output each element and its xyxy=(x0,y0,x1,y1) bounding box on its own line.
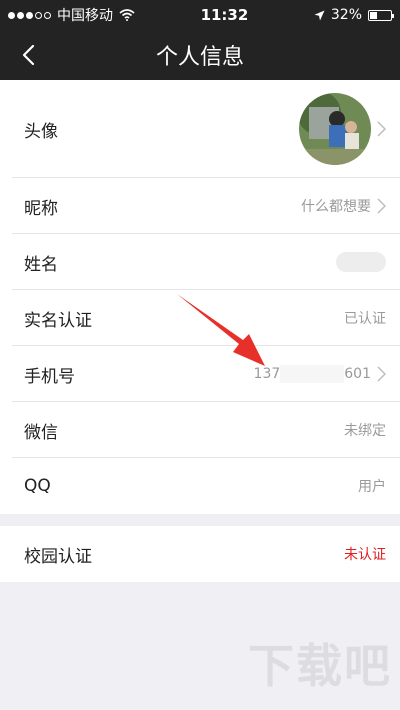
phone-number: 137 601 xyxy=(254,365,371,383)
phone-value: 137 601 xyxy=(254,365,386,383)
phone-prefix: 137 xyxy=(253,366,281,382)
status-time: 11:32 xyxy=(200,6,249,24)
page-title: 个人信息 xyxy=(155,45,244,70)
status-left: 中国移动 xyxy=(8,5,135,25)
chevron-right-icon xyxy=(377,366,386,382)
row-label: 校园认证 xyxy=(24,546,92,567)
chevron-right-icon xyxy=(377,198,386,214)
battery-fill xyxy=(370,11,378,19)
battery-icon xyxy=(368,9,394,21)
nickname-text: 什么都想要 xyxy=(301,199,371,215)
row-nickname[interactable]: 昵称 什么都想要 xyxy=(0,178,400,234)
qq-status-text: 用户 xyxy=(358,479,386,495)
row-label: 微信 xyxy=(24,422,58,443)
name-value xyxy=(336,252,386,272)
qq-status: 用户 xyxy=(358,476,386,496)
back-button[interactable] xyxy=(10,30,46,80)
avatar-value xyxy=(299,93,386,165)
blurred-name xyxy=(336,252,386,272)
nickname-value: 什么都想要 xyxy=(301,196,386,216)
row-label: 实名认证 xyxy=(24,310,92,331)
location-arrow-icon xyxy=(314,10,325,20)
row-qq[interactable]: QQ 用户 xyxy=(0,458,400,514)
signal-dots-icon xyxy=(8,11,51,19)
row-realname-verify[interactable]: 实名认证 已认证 xyxy=(0,290,400,346)
verify-status-text: 已认证 xyxy=(344,311,386,327)
row-phone[interactable]: 手机号 137 601 xyxy=(0,346,400,402)
row-label: 姓名 xyxy=(24,254,58,275)
row-label: 头像 xyxy=(24,121,58,142)
chevron-right-icon xyxy=(377,121,386,137)
chevron-left-icon xyxy=(22,44,35,66)
wifi-icon xyxy=(119,9,135,21)
profile-info-group: 头像 昵称 什么都想要 姓名 实名认证 已认证 手机号 137 601 微信 未… xyxy=(0,80,400,514)
row-wechat[interactable]: 微信 未绑定 xyxy=(0,402,400,458)
avatar xyxy=(299,93,371,165)
status-right: 32% xyxy=(314,7,394,23)
row-label: 昵称 xyxy=(24,198,58,219)
row-avatar[interactable]: 头像 xyxy=(0,80,400,178)
verify-status: 已认证 xyxy=(344,308,386,328)
phone-mask xyxy=(280,365,345,383)
phone-suffix: 601 xyxy=(344,366,371,382)
watermark: 下载吧 xyxy=(248,639,392,693)
row-label: 手机号 xyxy=(24,366,75,387)
status-bar: 中国移动 11:32 32% xyxy=(0,0,400,30)
row-name[interactable]: 姓名 xyxy=(0,234,400,290)
row-label: QQ xyxy=(24,476,51,496)
battery-percent: 32% xyxy=(330,7,362,23)
wechat-status-text: 未绑定 xyxy=(344,423,386,439)
carrier-label: 中国移动 xyxy=(57,8,113,24)
campus-status: 未认证 xyxy=(344,544,386,564)
campus-group: 校园认证 未认证 xyxy=(0,526,400,582)
wechat-status: 未绑定 xyxy=(344,420,386,440)
campus-status-text: 未认证 xyxy=(344,547,386,563)
row-campus-verify[interactable]: 校园认证 未认证 xyxy=(0,526,400,582)
nav-bar: 个人信息 xyxy=(0,30,400,80)
